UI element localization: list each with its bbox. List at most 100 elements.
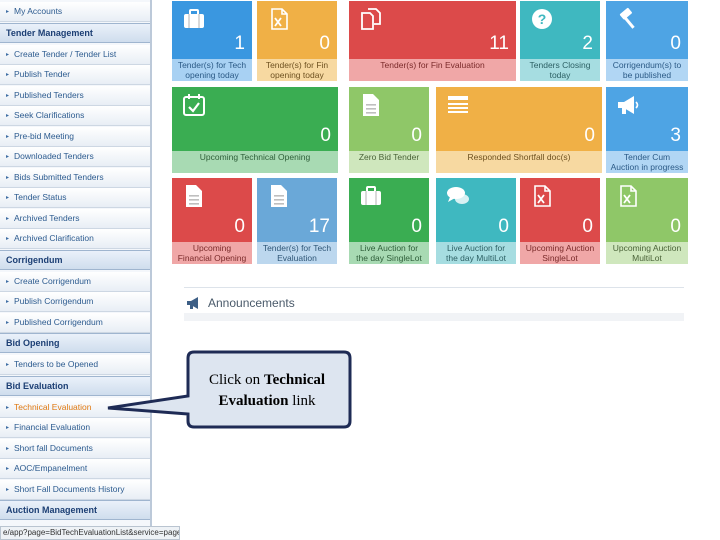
sidebar-item-pre-bid-meeting[interactable]: ▸ Pre-bid Meeting — [0, 126, 150, 147]
sidebar-item-create-corrigendum[interactable]: ▸ Create Corrigendum — [0, 271, 150, 292]
bullet-icon: ▸ — [6, 362, 10, 368]
sidebar-header-bid-opening[interactable]: Bid Opening — [0, 333, 150, 353]
tile-label: Upcoming Auction MultiLot — [606, 242, 688, 264]
page: ▸ My Accounts Tender Management ▸ Create Ten… — [0, 0, 720, 540]
sidebar-header-label: Corrigendum — [6, 254, 63, 265]
dashboard-tile[interactable]: 0 Upcoming Technical Opening — [172, 87, 338, 173]
sidebar-header-label: Bid Evaluation — [6, 380, 69, 391]
tile-label-line-1: Responded Shortfall doc(s) — [467, 152, 571, 162]
document-icon — [359, 93, 383, 117]
bullet-icon: ▸ — [6, 466, 10, 472]
tile-label-line-1: Zero Bid Tender — [358, 152, 420, 162]
sidebar-item-label: Short Fall Documents History — [14, 483, 125, 494]
sidebar-item-label: Publish Tender — [14, 69, 71, 79]
dashboard-tile[interactable]: 0 Live Auction for the day SingleLot — [349, 178, 429, 264]
tile-count: 1 — [234, 33, 245, 54]
dashboard-tile[interactable]: 0 Corrigendum(s) to be published — [606, 1, 688, 81]
dashboard-tile[interactable]: 0 Upcoming Auction MultiLot — [606, 178, 688, 264]
status-bar-url: e/app?page=BidTechEvaluationList&service… — [0, 526, 180, 540]
callout-post: link — [288, 393, 316, 409]
dashboard-tile[interactable]: 0 Responded Shortfall doc(s) — [436, 87, 602, 173]
sidebar-item-published-tenders[interactable]: ▸ Published Tenders — [0, 85, 150, 106]
tile-count: 2 — [582, 33, 593, 54]
dashboard-tile[interactable]: 17 Tender(s) for Tech Evaluation — [257, 178, 337, 264]
dashboard-tile[interactable]: 0 Tender(s) for Fin opening today — [257, 1, 337, 81]
dashboard-tile[interactable]: 1 Tender(s) for Tech opening today — [172, 1, 252, 81]
sidebar-item-financial-evaluation[interactable]: ▸ Financial Evaluation — [0, 418, 150, 438]
bullet-icon: ▸ — [6, 195, 10, 201]
tile-label-line-2: the day SingleLot — [356, 253, 422, 263]
bullet-icon: ▸ — [6, 278, 10, 285]
sidebar-item-label: Published Tenders — [14, 89, 84, 100]
sidebar-item-label: Tender Status — [14, 192, 67, 202]
tile-label-line-1: Upcoming Auction — [525, 243, 595, 253]
callout-bold-2: Evaluation — [218, 393, 289, 409]
bullet-icon: ▸ — [6, 299, 10, 305]
tile-count: 0 — [582, 216, 593, 237]
tile-label-line-1: Upcoming — [192, 243, 232, 253]
tile-label: Zero Bid Tender — [349, 151, 429, 173]
sidebar-header-corrigendum[interactable]: Corrigendum — [0, 249, 150, 270]
sidebar-item-aoc-empanelment[interactable]: ▸ AOC/Empanelment — [0, 459, 150, 479]
tile-label-line-2: opening today — [270, 70, 324, 80]
dashboard-tile[interactable]: 0 Live Auction for the day MultiLot — [436, 178, 516, 264]
sidebar-item-publish-corrigendum[interactable]: ▸ Publish Corrigendum — [0, 292, 150, 312]
dashboard-tile[interactable]: 3 Tender Cum Auction in progress — [606, 87, 688, 173]
tile-label-line-1: Corrigendum(s) to — [612, 60, 682, 70]
tile-label: Corrigendum(s) to be published — [606, 59, 688, 81]
tile-count: 0 — [411, 216, 422, 237]
sidebar-item-short-fall-documents[interactable]: ▸ Short fall Documents — [0, 438, 150, 459]
announcements-panel: Announcements — [184, 287, 684, 323]
sidebar-item-archived-tenders[interactable]: ▸ Archived Tenders — [0, 208, 150, 229]
dashboard-tile[interactable]: 11 Tender(s) for Fin Evaluation — [349, 1, 516, 81]
tile-label-line-1: Tender(s) for Tech — [262, 243, 332, 253]
tile-count: 0 — [319, 33, 330, 54]
tile-label-line-2: Auction in progress — [610, 162, 684, 172]
sidebar-header-tender-management[interactable]: Tender Management — [0, 22, 150, 43]
excel-file-icon — [616, 184, 640, 208]
sidebar-header-auction-management[interactable]: Auction Management — [0, 500, 150, 520]
sidebar-item-label: Published Corrigendum — [14, 316, 103, 327]
tile-label-line-1: Live Auction for — [446, 243, 506, 253]
dashboard-tile[interactable]: 0 Zero Bid Tender — [349, 87, 429, 173]
bullet-icon: ▸ — [6, 404, 10, 411]
tile-label: Tender Cum Auction in progress — [606, 151, 688, 173]
tile-label-line-2: MultiLot — [632, 253, 662, 263]
divider — [184, 287, 684, 288]
sidebar-item-label: Tenders to be Opened — [14, 359, 99, 369]
sidebar-item-published-corrigendum[interactable]: ▸ Published Corrigendum — [0, 312, 150, 333]
tile-count: 0 — [670, 216, 681, 237]
tile-label-line-1: Tender(s) for Fin Evaluation — [380, 60, 485, 70]
bullet-icon: ▸ — [6, 92, 10, 99]
sidebar-item-archived-clarification[interactable]: ▸ Archived Clarification — [0, 229, 150, 249]
sidebar-item-downloaded-tenders[interactable]: ▸ Downloaded Tenders — [0, 147, 150, 167]
dashboard-tile[interactable]: ? 2 Tenders Closing today — [520, 1, 600, 81]
sidebar-item-label: Bids Submitted Tenders — [14, 171, 104, 182]
excel-file-icon — [530, 184, 554, 208]
sidebar-item-my-accounts[interactable]: ▸ My Accounts — [0, 2, 150, 22]
sidebar-item-publish-tender[interactable]: ▸ Publish Tender — [0, 65, 150, 85]
sidebar-item-technical-evaluation[interactable]: ▸ Technical Evaluation — [0, 397, 150, 418]
sidebar-item-tender-status[interactable]: ▸ Tender Status — [0, 188, 150, 208]
sidebar-item-label: AOC/Empanelment — [14, 463, 88, 473]
sidebar-item-create-tender-tender-list[interactable]: ▸ Create Tender / Tender List — [0, 44, 150, 65]
bullet-icon: ▸ — [6, 236, 10, 242]
gavel-icon — [616, 7, 640, 31]
sidebar-item-seek-clarifications[interactable]: ▸ Seek Clarifications — [0, 106, 150, 126]
briefcase-icon — [182, 7, 206, 31]
dashboard-tile[interactable]: 0 Upcoming Financial Opening — [172, 178, 252, 264]
tile-count: 0 — [320, 125, 331, 146]
bullet-icon: ▸ — [6, 215, 10, 222]
tile-label-line-2: opening today — [185, 70, 239, 80]
tile-label-line-2: today — [549, 70, 571, 80]
dashboard-tile[interactable]: 0 Upcoming Auction SingleLot — [520, 178, 600, 264]
sidebar-header-label: Tender Management — [6, 27, 93, 38]
sidebar-item-label: Technical Evaluation — [14, 401, 92, 412]
sidebar-header-bid-evaluation[interactable]: Bid Evaluation — [0, 375, 150, 396]
sidebar-item-tenders-to-be-opened[interactable]: ▸ Tenders to be Opened — [0, 355, 150, 375]
sidebar-item-bids-submitted-tenders[interactable]: ▸ Bids Submitted Tenders — [0, 167, 150, 188]
tile-count: 0 — [234, 216, 245, 237]
tile-label-line-1: Live Auction for — [359, 243, 419, 253]
sidebar-item-short-fall-documents-history[interactable]: ▸ Short Fall Documents History — [0, 479, 150, 500]
tile-label-line-1: Upcoming Technical Opening — [199, 152, 311, 162]
